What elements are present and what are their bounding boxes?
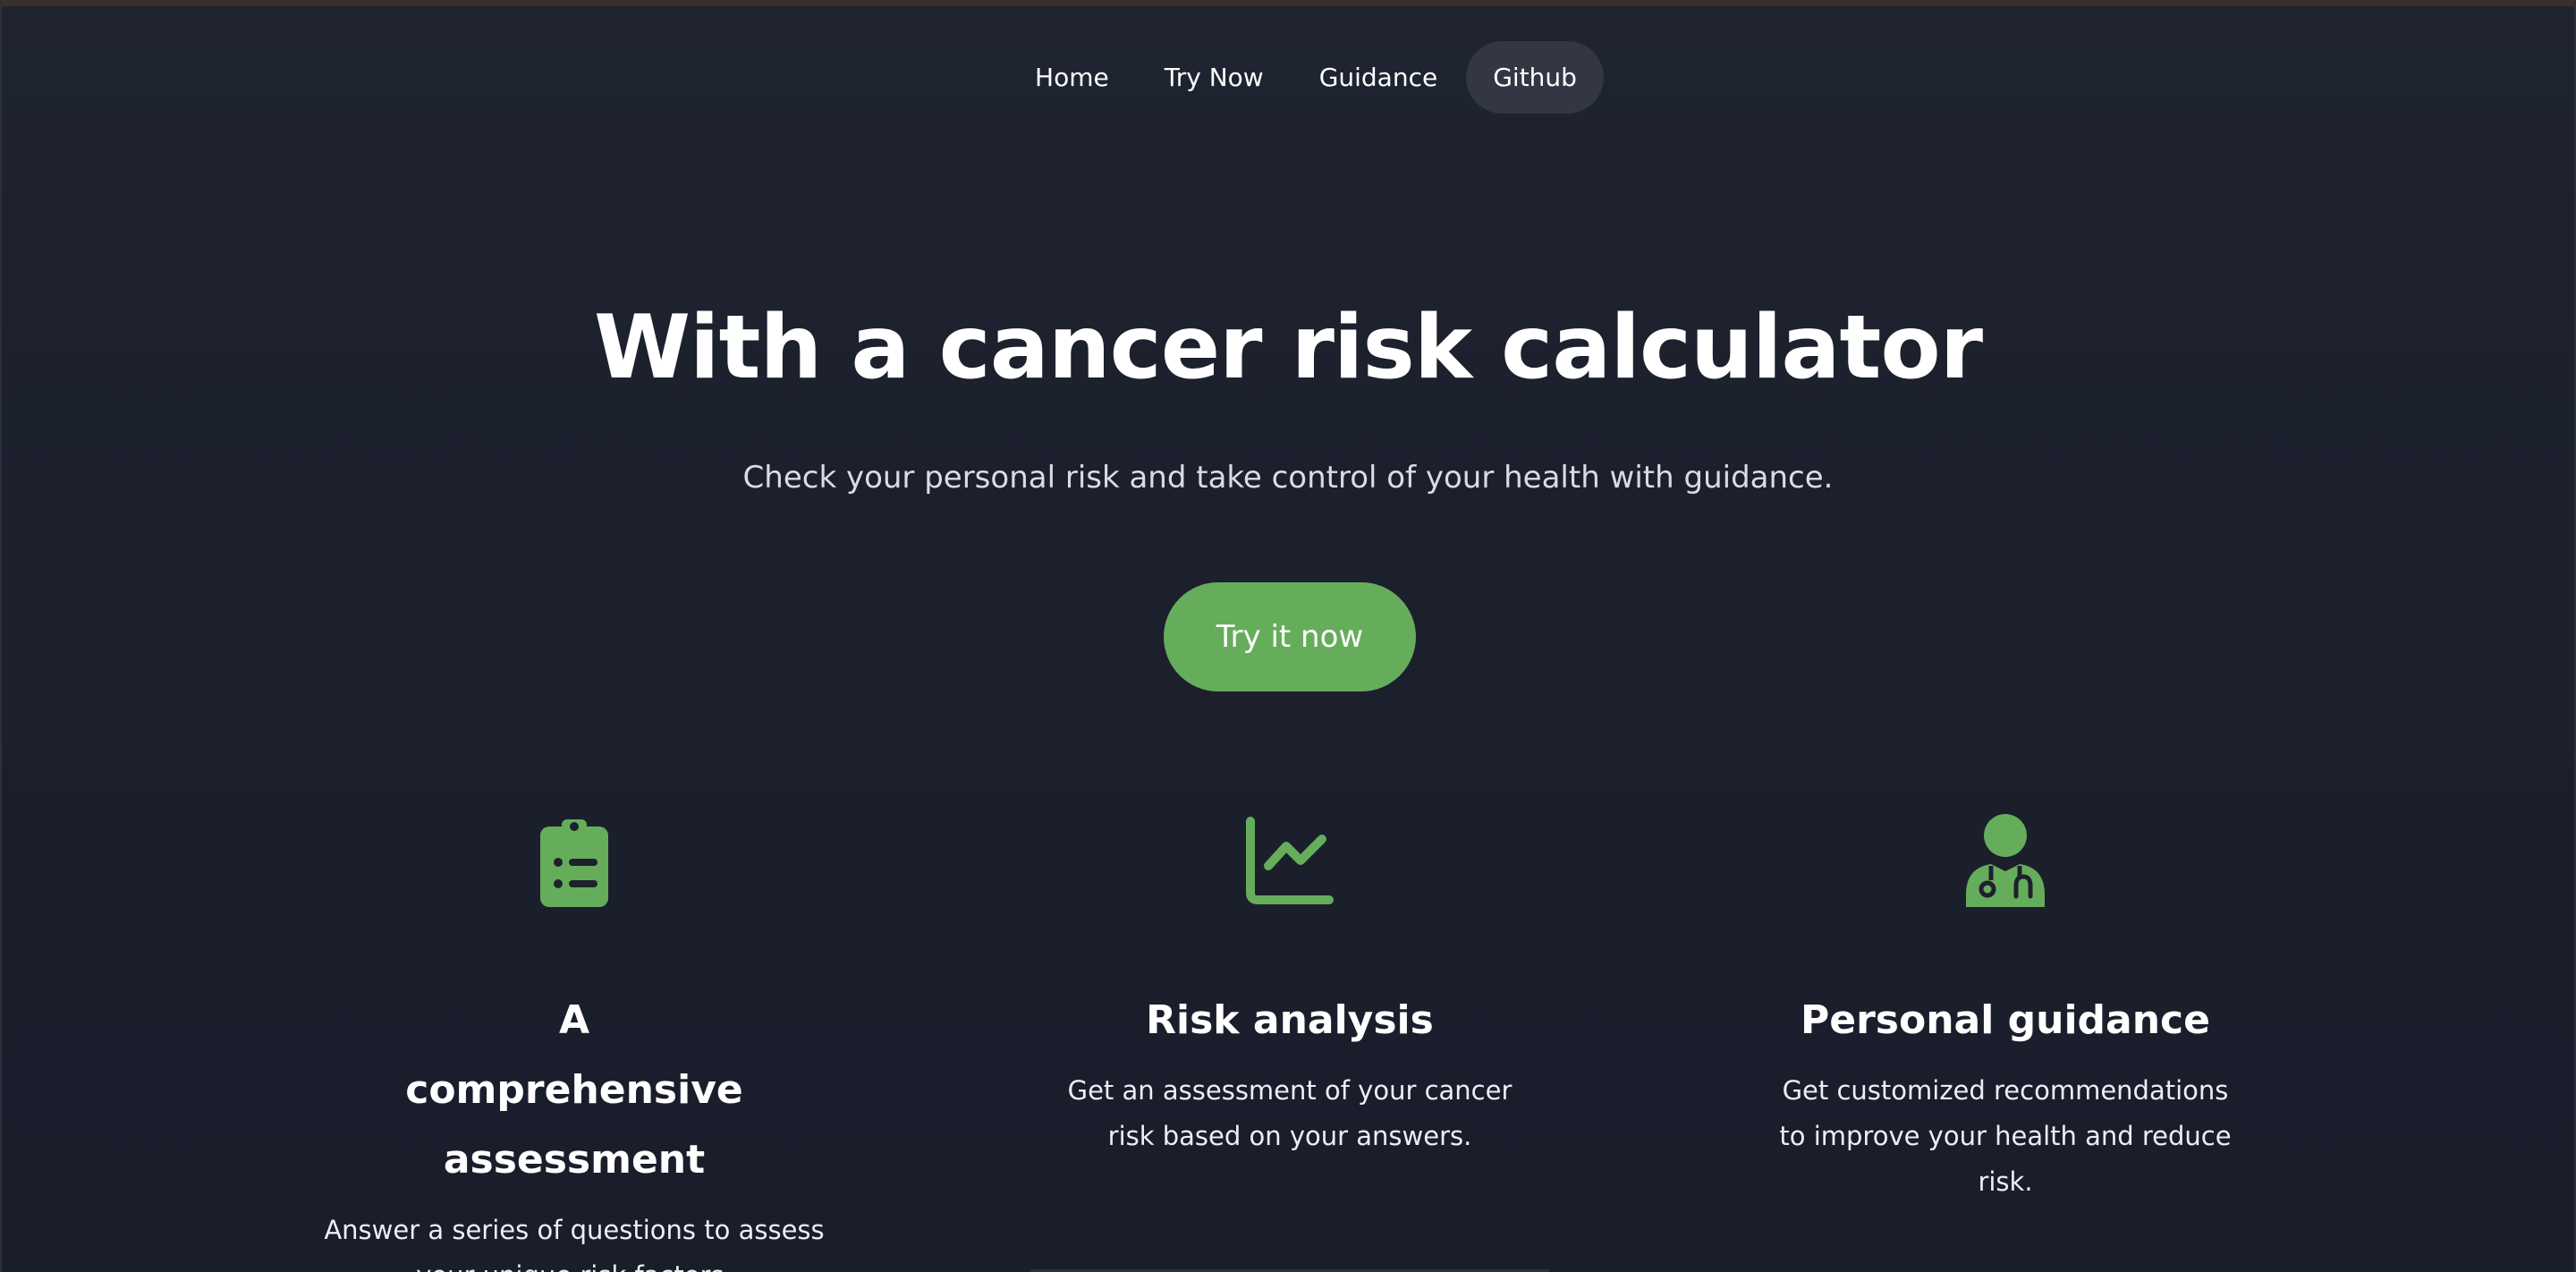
nav-home-link[interactable]: Home — [1008, 41, 1136, 114]
feature-description: Get an assessment of your cancer risk ba… — [1067, 1075, 1513, 1151]
feature-personal-guidance: Personal guidance Get customized recomme… — [1719, 814, 2292, 1205]
nav-github-link[interactable]: Github — [1466, 41, 1604, 114]
top-navigation: Home Try Now Guidance Github — [2, 41, 2574, 114]
feature-title: A comprehensive assessment — [405, 997, 743, 1183]
nav-try-now-link[interactable]: Try Now — [1138, 41, 1291, 114]
feature-title: Risk analysis — [1146, 997, 1434, 1043]
try-it-now-button[interactable]: Try it now — [1164, 582, 1416, 691]
page: Home Try Now Guidance Github With a canc… — [0, 0, 2576, 1272]
window-top-strip — [2, 0, 2574, 6]
doctor-icon — [1966, 814, 2045, 907]
hero-subtitle: Check your personal risk and take contro… — [742, 460, 1834, 496]
chart-line-icon — [1246, 817, 1334, 904]
feature-assessment: A comprehensive assessment Answer a seri… — [288, 814, 860, 1272]
feature-description: Answer a series of questions to assess y… — [324, 1215, 825, 1272]
hero-title: With a cancer risk calculator — [593, 297, 1983, 399]
clipboard-list-icon — [540, 819, 608, 907]
nav-guidance-link[interactable]: Guidance — [1292, 41, 1465, 114]
feature-risk-analysis: Risk analysis Get an assessment of your … — [1004, 814, 1576, 1159]
feature-title: Personal guidance — [1801, 997, 2210, 1043]
feature-description: Get customized recommendations to improv… — [1779, 1075, 2232, 1197]
nav-links: Home Try Now Guidance Github — [1008, 41, 1604, 114]
